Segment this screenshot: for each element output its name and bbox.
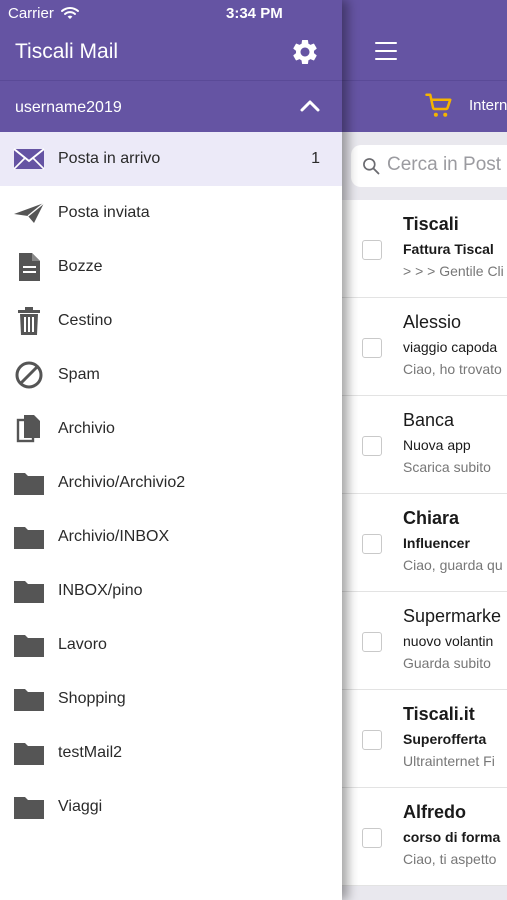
- search-box[interactable]: [351, 145, 507, 187]
- message-row[interactable]: Chiara Influencer Ciao, guarda qu: [342, 494, 507, 592]
- inbox-icon: [13, 144, 45, 174]
- message-subject: nuovo volantin: [403, 633, 494, 649]
- gear-icon[interactable]: [290, 37, 320, 67]
- account-name: username2019: [15, 99, 122, 116]
- folder-icon: [13, 576, 45, 606]
- message-list: Tiscali Fattura Tiscal > > > Gentile Cli Al…: [342, 200, 507, 886]
- message-preview: Ciao, guarda qu: [403, 557, 503, 573]
- folder-item[interactable]: Lavoro: [0, 618, 342, 672]
- search-icon: [363, 158, 380, 175]
- folder-item[interactable]: Posta inviata: [0, 186, 342, 240]
- trash-icon: [13, 306, 45, 336]
- folder-item[interactable]: Archivio: [0, 402, 342, 456]
- message-row[interactable]: Supermarke nuovo volantin Guarda subito: [342, 592, 507, 690]
- folder-item[interactable]: testMail2: [0, 726, 342, 780]
- wifi-icon: [61, 7, 79, 19]
- folder-label: Lavoro: [58, 636, 107, 653]
- folder-icon: [13, 522, 45, 552]
- message-subject: Nuova app: [403, 437, 471, 453]
- message-checkbox[interactable]: [362, 240, 382, 260]
- folder-label: Archivio/Archivio2: [58, 474, 186, 491]
- folder-label: Posta inviata: [58, 204, 150, 221]
- message-sender: Alfredo: [403, 802, 466, 822]
- folder-label: Bozze: [58, 258, 103, 275]
- message-sender: Alessio: [403, 312, 462, 332]
- folder-label: testMail2: [58, 744, 123, 761]
- folder-icon: [13, 792, 45, 822]
- document-icon: [13, 252, 45, 282]
- folder-item[interactable]: Bozze: [0, 240, 342, 294]
- paper-plane-icon: [13, 198, 45, 228]
- message-checkbox[interactable]: [362, 632, 382, 652]
- folder-item[interactable]: Viaggi: [0, 780, 342, 834]
- message-preview: Scarica subito: [403, 459, 491, 475]
- message-checkbox[interactable]: [362, 730, 382, 750]
- folder-label: Spam: [58, 366, 100, 383]
- message-preview: Ciao, ti aspetto: [403, 851, 497, 867]
- message-checkbox[interactable]: [362, 828, 382, 848]
- message-row[interactable]: Alfredo corso di forma Ciao, ti aspetto: [342, 788, 507, 886]
- folder-item[interactable]: Archivio/Archivio2: [0, 456, 342, 510]
- copy-icon: [13, 414, 45, 444]
- unread-count: 1: [311, 150, 320, 167]
- app-title: Tiscali Mail: [15, 40, 119, 63]
- block-icon: [13, 360, 45, 390]
- message-checkbox[interactable]: [362, 534, 382, 554]
- folder-item[interactable]: Shopping: [0, 672, 342, 726]
- status-bar: Carrier 3:34 PM: [0, 0, 342, 26]
- folder-label: Viaggi: [58, 798, 103, 815]
- message-subject: Fattura Tiscal: [403, 241, 494, 257]
- folder-label: INBOX/pino: [58, 582, 143, 599]
- message-subject: Influencer: [403, 535, 470, 551]
- search-input[interactable]: [387, 154, 507, 176]
- navigation-drawer: Carrier 3:34 PM Tiscali Mail username201…: [0, 0, 342, 900]
- message-row[interactable]: Alessio viaggio capoda Ciao, ho trovato: [342, 298, 507, 396]
- folder-label: Posta in arrivo: [58, 150, 161, 167]
- folder-icon: [13, 738, 45, 768]
- message-row[interactable]: Tiscali.it Superofferta Ultrainternet Fi: [342, 690, 507, 788]
- drawer-header: Carrier 3:34 PM Tiscali Mail: [0, 0, 342, 80]
- message-checkbox[interactable]: [362, 338, 382, 358]
- status-time: 3:34 PM: [226, 5, 283, 22]
- message-row[interactable]: Tiscali Fattura Tiscal > > > Gentile Cli: [342, 200, 507, 298]
- message-subject: corso di forma: [403, 829, 501, 845]
- message-subject: Superofferta: [403, 731, 487, 747]
- folder-list: Posta in arrivo 1 Posta inviata Bozze Cestin…: [0, 132, 342, 834]
- message-sender: Tiscali.it: [403, 704, 475, 724]
- message-sender: Chiara: [403, 508, 460, 528]
- promo-text: Intern: [469, 97, 507, 114]
- menu-icon[interactable]: [375, 42, 397, 60]
- message-preview: Ultrainternet Fi: [403, 753, 495, 769]
- message-preview: > > > Gentile Cli: [403, 263, 504, 279]
- message-preview: Ciao, ho trovato: [403, 361, 502, 377]
- folder-label: Archivio: [58, 420, 115, 437]
- message-row[interactable]: Banca Nuova app Scarica subito: [342, 396, 507, 494]
- folder-label: Cestino: [58, 312, 113, 329]
- folder-label: Shopping: [58, 690, 126, 707]
- folder-icon: [13, 630, 45, 660]
- folder-icon: [13, 684, 45, 714]
- message-sender: Banca: [403, 410, 455, 430]
- folder-item[interactable]: Archivio/INBOX: [0, 510, 342, 564]
- message-sender: Tiscali: [403, 214, 459, 234]
- carrier-label: Carrier: [8, 5, 54, 22]
- account-selector[interactable]: username2019: [0, 80, 342, 133]
- message-subject: viaggio capoda: [403, 339, 498, 355]
- folder-item[interactable]: Posta in arrivo 1: [0, 132, 342, 186]
- folder-item[interactable]: Spam: [0, 348, 342, 402]
- message-checkbox[interactable]: [362, 436, 382, 456]
- shopping-cart-icon: [425, 93, 452, 117]
- chevron-up-icon: [300, 100, 320, 112]
- folder-item[interactable]: INBOX/pino: [0, 564, 342, 618]
- folder-icon: [13, 468, 45, 498]
- message-preview: Guarda subito: [403, 655, 491, 671]
- message-sender: Supermarke: [403, 606, 502, 626]
- folder-label: Archivio/INBOX: [58, 528, 170, 545]
- folder-item[interactable]: Cestino: [0, 294, 342, 348]
